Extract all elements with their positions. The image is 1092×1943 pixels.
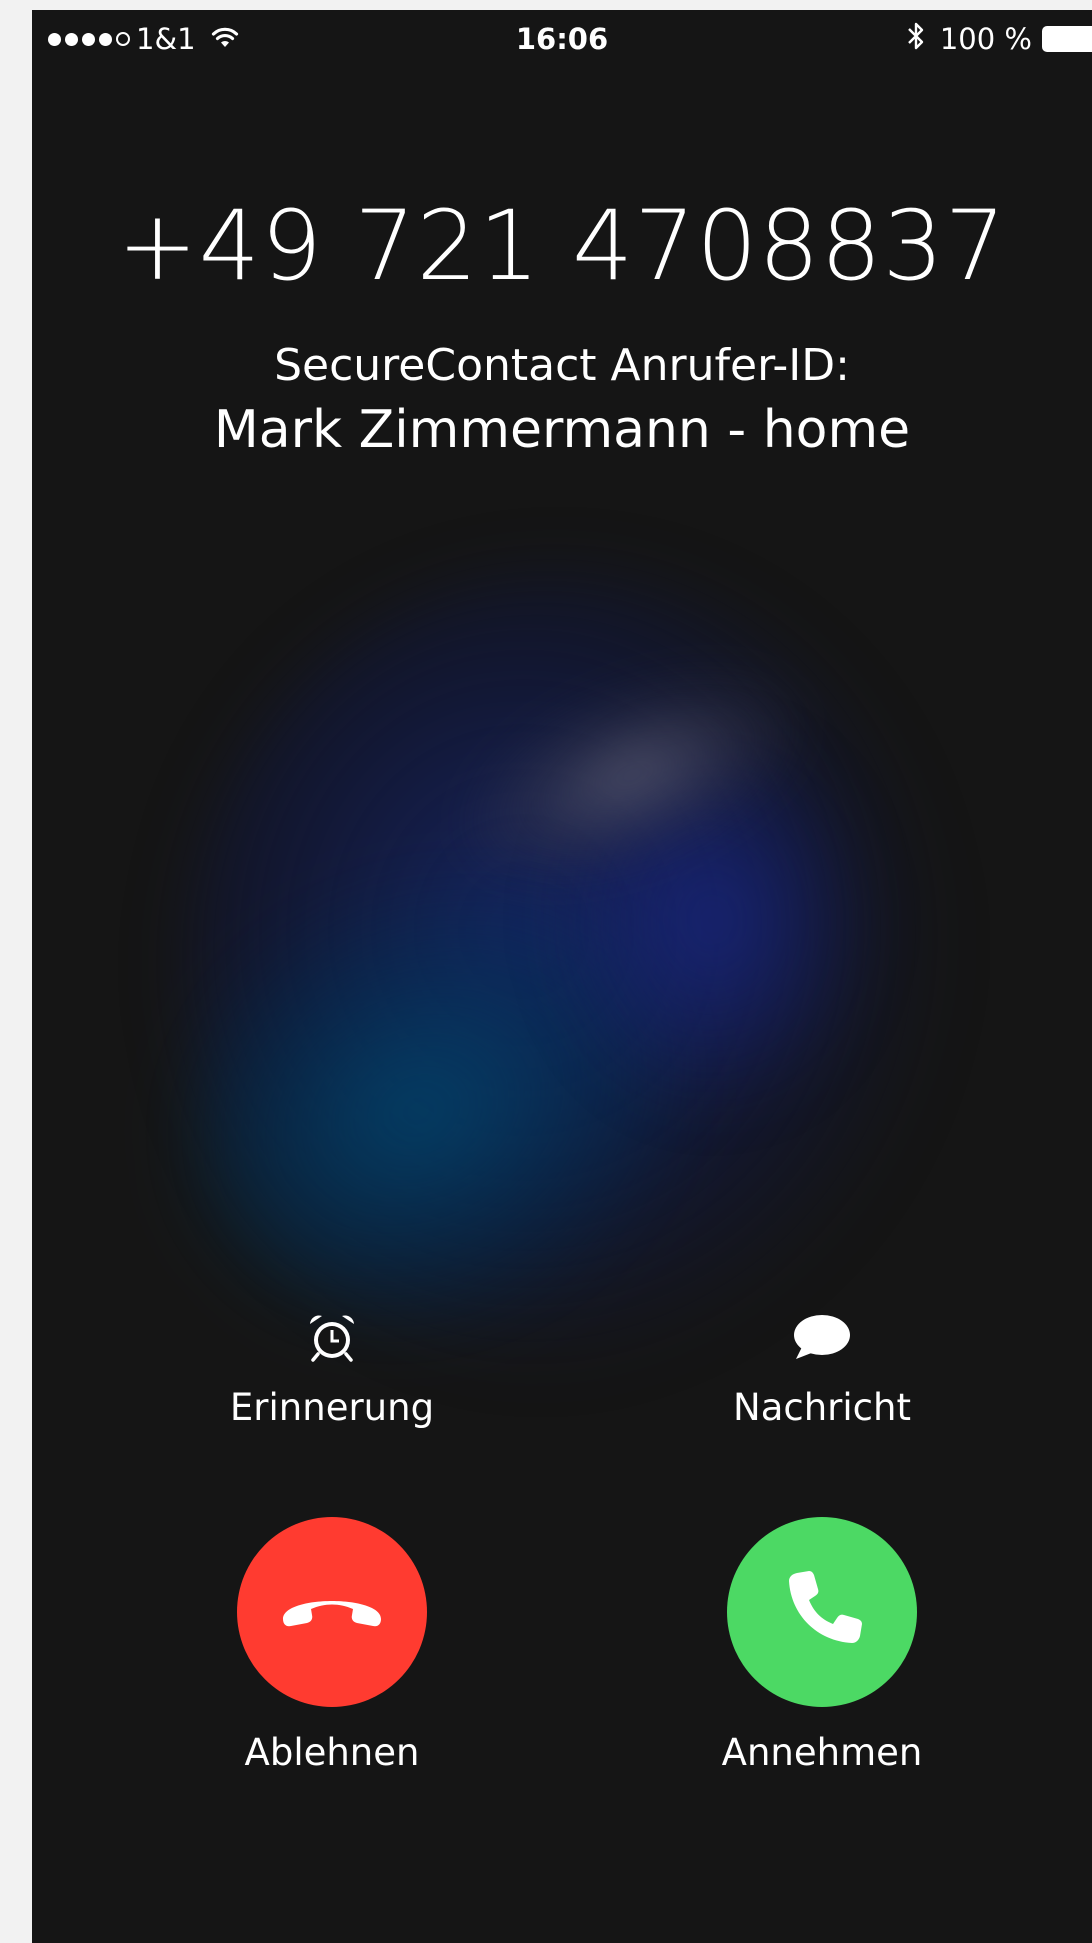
accept-label: Annehmen: [721, 1731, 923, 1774]
background-glow-highlight: [433, 628, 831, 922]
message-bubble-icon: [682, 1310, 962, 1366]
phone-icon: [777, 1565, 867, 1659]
status-bar: 1&1 16:06 100 %: [32, 10, 1092, 68]
alarm-clock-icon: [192, 1310, 472, 1366]
message-label: Nachricht: [733, 1386, 911, 1429]
status-right: 100 %: [906, 22, 1092, 56]
background-glow: [182, 570, 942, 1370]
caller-number: +49 721 4708837: [117, 190, 1007, 302]
background-glow-blue: [552, 730, 872, 1110]
battery-icon: [1042, 26, 1092, 52]
battery-percentage: 100 %: [939, 22, 1032, 56]
decline-circle[interactable]: [237, 1517, 427, 1707]
remind-me-button[interactable]: Erinnerung: [192, 1310, 472, 1429]
hang-up-icon: [277, 1585, 387, 1639]
remind-me-label: Erinnerung: [229, 1386, 435, 1429]
decline-button[interactable]: Ablehnen: [192, 1517, 472, 1774]
caller-name: Mark Zimmermann - home: [213, 400, 911, 460]
caller-id-label: SecureContact Anrufer-ID:: [274, 340, 850, 391]
accept-button[interactable]: Annehmen: [682, 1517, 962, 1774]
incoming-call-screen: 1&1 16:06 100 % +49 721 4708837 SecureCo…: [32, 10, 1092, 1943]
message-button[interactable]: Nachricht: [682, 1310, 962, 1429]
decline-label: Ablehnen: [244, 1731, 420, 1774]
accept-circle[interactable]: [727, 1517, 917, 1707]
bluetooth-icon: [906, 20, 926, 59]
